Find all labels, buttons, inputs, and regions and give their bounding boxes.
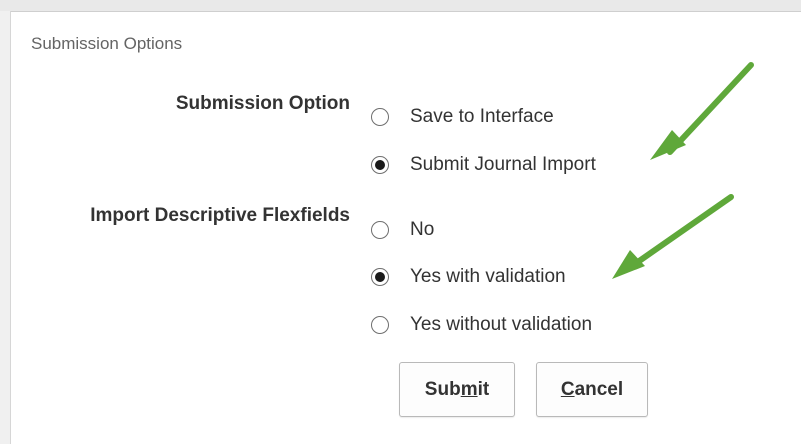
submission-options-dialog: Submission Options Submission Option Sav… — [0, 0, 801, 444]
arrow-icon-1 — [650, 62, 754, 160]
arrow-icon-2 — [612, 194, 734, 279]
annotation-arrows — [612, 62, 754, 279]
